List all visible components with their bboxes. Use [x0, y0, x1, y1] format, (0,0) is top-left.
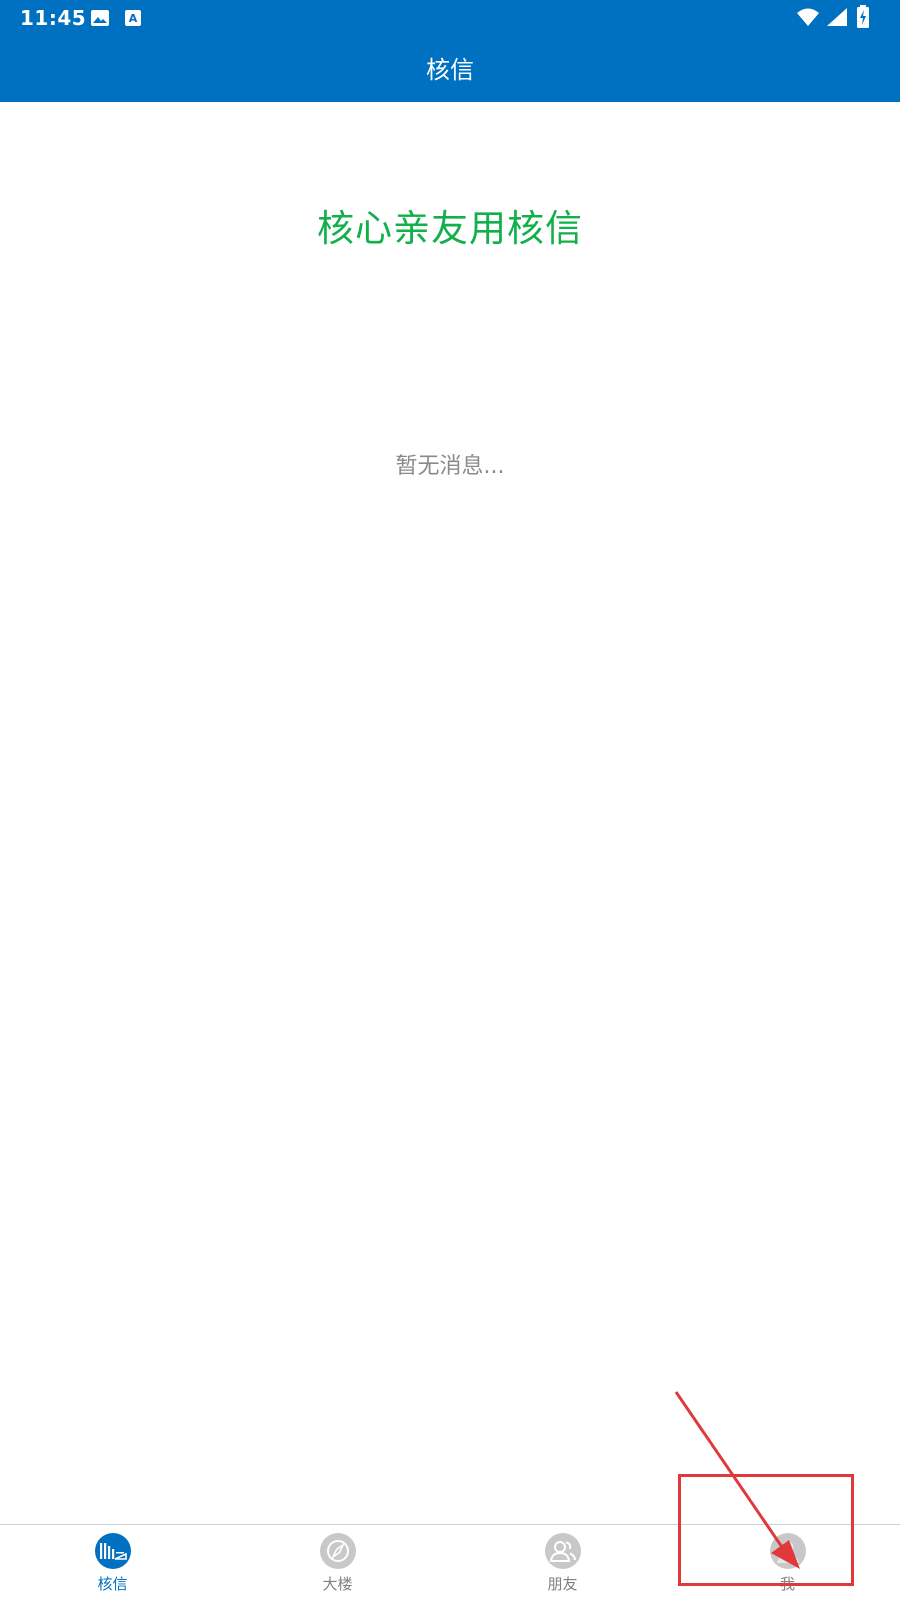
tagline: 核心亲友用核信 — [317, 207, 583, 250]
image-icon — [90, 8, 110, 32]
svg-text:A: A — [129, 12, 138, 25]
app-header: 11:45 A 核信 — [0, 0, 900, 102]
nav-tab-friends[interactable]: 朋友 — [450, 1525, 675, 1600]
app-screen: 11:45 A 核信 核心亲友用核信 暂无消息... 核信 大楼 朋友 我 — [0, 0, 900, 1600]
nav-label-hexin: 核信 — [97, 1575, 128, 1593]
nav-tab-building[interactable]: 大楼 — [225, 1525, 450, 1600]
nav-label-building: 大楼 — [322, 1575, 353, 1593]
page-title: 核信 — [426, 56, 474, 84]
nav-tab-hexin[interactable]: 核信 — [0, 1525, 225, 1600]
battery-charging-icon — [856, 5, 870, 33]
status-time: 11:45 — [20, 6, 87, 30]
nav-label-friends: 朋友 — [547, 1575, 578, 1593]
hexin-logo-icon — [94, 1533, 131, 1569]
signal-icon — [826, 7, 848, 31]
text-a-icon: A — [124, 8, 142, 32]
compass-icon — [319, 1533, 356, 1569]
annotation-highlight-box — [678, 1474, 854, 1586]
status-bar: 11:45 A — [0, 0, 900, 38]
empty-message: 暂无消息... — [395, 454, 505, 479]
wifi-icon — [796, 7, 820, 31]
friends-icon — [544, 1533, 581, 1569]
